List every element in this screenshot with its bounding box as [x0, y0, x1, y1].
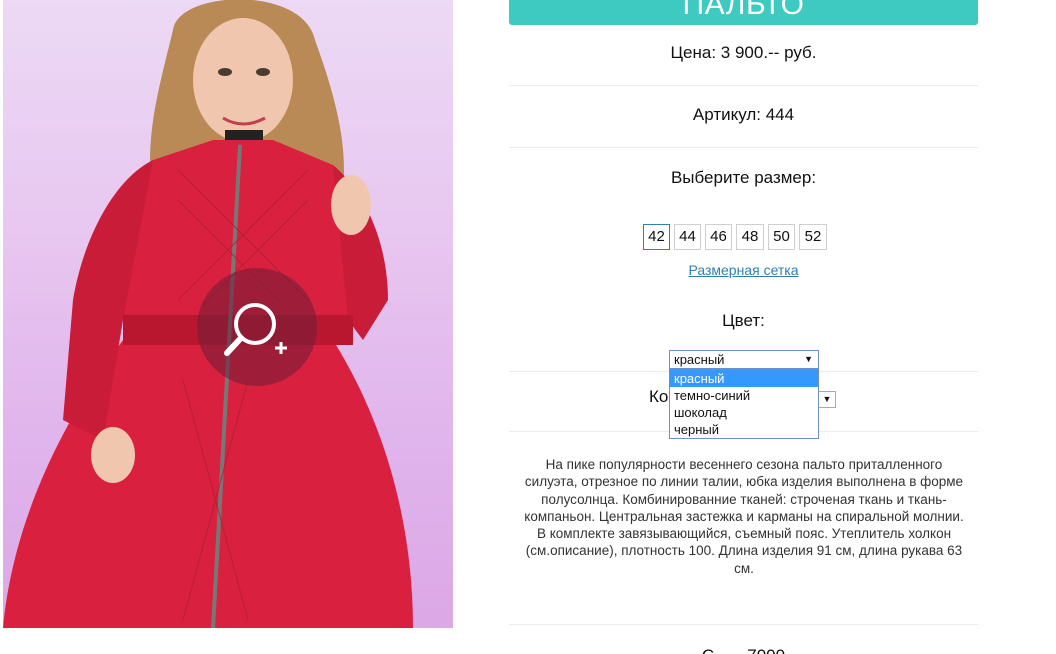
product-photo[interactable]: [3, 0, 453, 628]
color-heading: Цвет:: [722, 311, 765, 330]
size-option-50[interactable]: 50: [768, 224, 795, 250]
size-option-48[interactable]: 48: [736, 224, 764, 250]
color-options-list: красный темно-синий шоколад черный: [669, 369, 819, 439]
size-option-52[interactable]: 52: [799, 224, 827, 250]
color-option[interactable]: красный: [670, 370, 818, 387]
size-heading: Выберите размер:: [670, 168, 817, 187]
bottom-row-text: С... ...7000: [509, 646, 978, 654]
quantity-label: Ко: [649, 387, 669, 406]
product-description: На пике популярности весеннего сезона па…: [524, 457, 964, 576]
color-option[interactable]: шоколад: [670, 404, 818, 421]
divider: [509, 147, 978, 148]
size-chart-link[interactable]: Размерная сетка: [509, 262, 978, 278]
zoom-button[interactable]: [197, 268, 317, 386]
color-option[interactable]: черный: [670, 421, 818, 438]
chevron-down-icon: ▼: [804, 354, 813, 364]
product-title: ПАЛЬТО: [682, 0, 805, 21]
zoom-in-icon: [224, 303, 287, 356]
size-option-46[interactable]: 46: [705, 224, 732, 250]
product-title-bar: ПАЛЬТО: [509, 0, 978, 25]
color-select[interactable]: красный ▼: [669, 350, 819, 369]
color-select-value: красный: [674, 352, 725, 367]
size-option-44[interactable]: 44: [674, 224, 701, 250]
price: Цена: 3 900.-- руб.: [670, 43, 817, 62]
quantity-select[interactable]: ▼: [819, 391, 836, 408]
color-option[interactable]: темно-синий: [670, 387, 818, 404]
size-option-42[interactable]: 42: [643, 224, 670, 250]
chevron-down-icon: ▼: [822, 394, 832, 404]
divider: [509, 624, 978, 625]
divider: [509, 85, 978, 86]
sku: Артикул: 444: [692, 105, 795, 124]
